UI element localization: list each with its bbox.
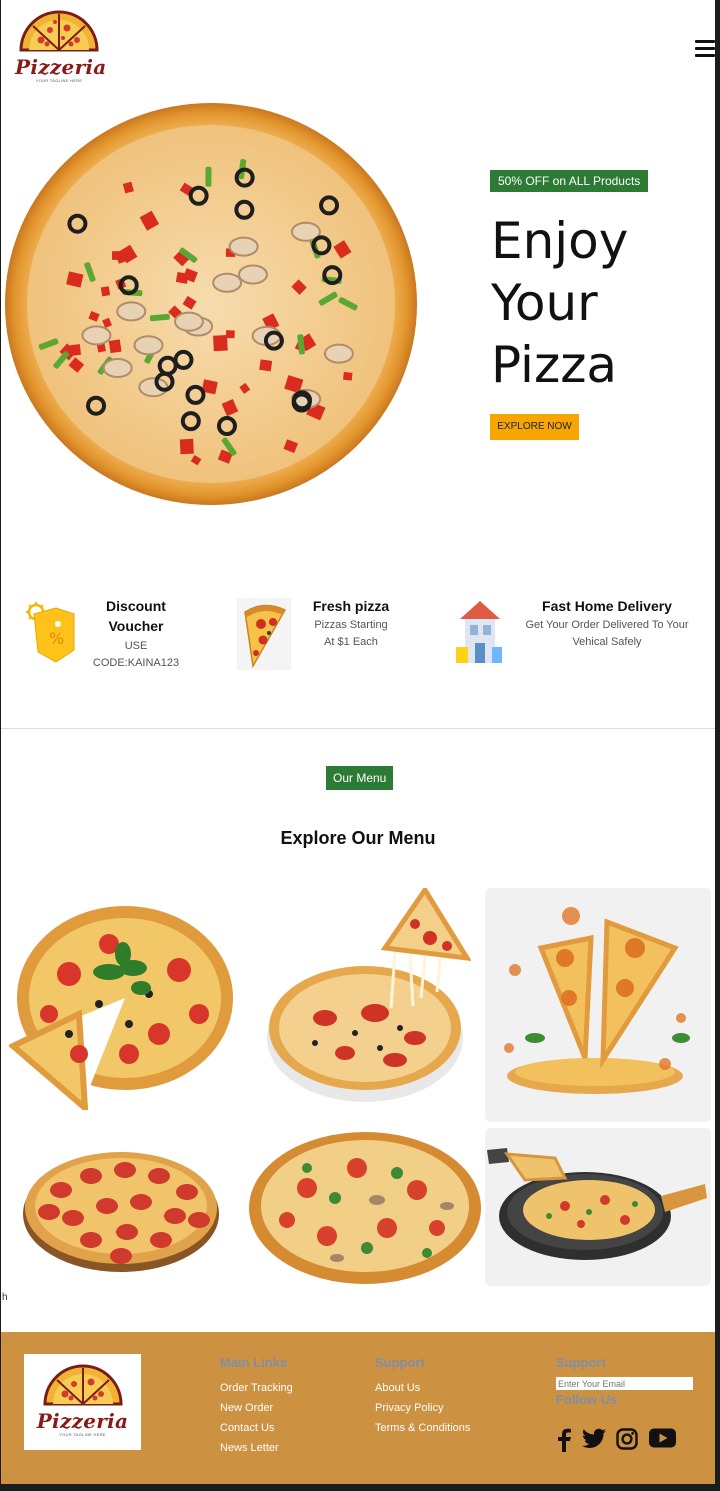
instagram-icon[interactable] xyxy=(616,1428,638,1450)
feature-title: Voucher xyxy=(108,618,164,634)
discount-badge: 50% OFF on ALL Products xyxy=(490,170,649,192)
feature-text: CODE:KAINA123 xyxy=(92,657,180,669)
feature-text: At $1 Each xyxy=(324,636,378,648)
footer-link-order-tracking[interactable]: Order Tracking xyxy=(220,1378,293,1398)
menu-title: Explore Our Menu xyxy=(280,828,436,848)
our-menu-badge: Our Menu xyxy=(326,766,394,790)
feature-text: Vehical Safely xyxy=(572,636,642,648)
stray-text: h xyxy=(2,1292,8,1303)
menu-item-image[interactable] xyxy=(247,1128,483,1286)
footer-logo[interactable]: Pizzeria YOUR TAGLINE HERE xyxy=(24,1354,141,1450)
menu-item-image xyxy=(487,1148,707,1260)
pizza-logo-icon xyxy=(42,1364,123,1406)
youtube-icon[interactable] xyxy=(649,1428,676,1448)
hero-title-line: Pizza xyxy=(491,336,618,394)
facebook-icon[interactable] xyxy=(556,1428,572,1452)
footer-link-terms-conditions[interactable]: Terms & Conditions xyxy=(375,1418,470,1438)
menu-item-image[interactable] xyxy=(265,888,471,1110)
footer-link-about-us[interactable]: About Us xyxy=(375,1378,470,1398)
explore-now-button[interactable]: EXPLORE NOW xyxy=(490,414,579,440)
follow-us-heading: Follow Us xyxy=(556,1392,618,1407)
menu-item-image[interactable] xyxy=(21,1140,223,1276)
discount-tag-icon: % xyxy=(26,602,75,663)
feature-text: Pizzas Starting xyxy=(314,619,388,631)
footer-link-new-order[interactable]: New Order xyxy=(220,1398,293,1418)
feature-title: Fast Home Delivery xyxy=(542,598,672,614)
footer-heading: Main Links xyxy=(220,1355,288,1370)
hero-pizza-image xyxy=(5,103,417,505)
footer-link-contact-us[interactable]: Contact Us xyxy=(220,1418,293,1438)
footer-brand-name: Pizzeria xyxy=(36,1409,129,1433)
feature-title: Fresh pizza xyxy=(312,598,390,614)
menu-item-image[interactable] xyxy=(9,904,235,1110)
brand-logo[interactable]: Pizzeria YOUR TAGLINE HERE xyxy=(15,8,107,83)
menu-item-card[interactable] xyxy=(485,1128,711,1286)
footer-newsletter: Support Follow Us xyxy=(556,1356,693,1407)
feature-text: Get Your Order Delivered To Your xyxy=(525,619,689,631)
svg-text:%: % xyxy=(49,629,64,648)
footer-main-links: Main Links Order Tracking New Order Cont… xyxy=(220,1356,293,1458)
hero-title: Enjoy Your Pizza xyxy=(491,210,691,396)
brand-name: Pizzeria xyxy=(15,55,107,79)
section-divider xyxy=(1,728,715,729)
email-input[interactable] xyxy=(556,1377,693,1390)
hero-title-line: Your xyxy=(491,274,598,332)
page: Pizzeria YOUR TAGLINE HERE 50% OFF on AL… xyxy=(1,0,715,1484)
footer-link-news-letter[interactable]: News Letter xyxy=(220,1438,293,1458)
twitter-icon[interactable] xyxy=(582,1428,606,1450)
feature-title: Discount xyxy=(106,598,166,614)
feature-text: USE xyxy=(124,640,148,652)
pizza-logo-icon xyxy=(19,10,99,52)
pizza-slice-icon xyxy=(237,598,291,670)
hero-title-line: Enjoy xyxy=(491,212,629,270)
footer-heading: Support xyxy=(375,1355,425,1370)
footer-link-privacy-policy[interactable]: Privacy Policy xyxy=(375,1398,470,1418)
house-icon xyxy=(456,601,502,663)
footer-support-links: Support About Us Privacy Policy Terms & … xyxy=(375,1356,470,1438)
footer-heading: Support xyxy=(556,1355,606,1370)
menu-item-card[interactable] xyxy=(485,888,711,1122)
menu-item-image xyxy=(504,907,690,1094)
hamburger-menu-icon[interactable] xyxy=(695,40,715,60)
footer: Pizzeria YOUR TAGLINE HERE Main Links Or… xyxy=(1,1332,715,1484)
